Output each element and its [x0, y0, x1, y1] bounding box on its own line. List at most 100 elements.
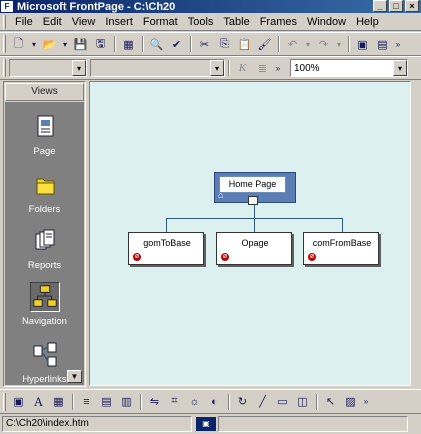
minimize-button[interactable]: _	[373, 0, 387, 12]
collapse-toggle[interactable]	[248, 196, 258, 205]
view-item-page[interactable]: Page	[5, 106, 84, 162]
navigation-pane[interactable]: Home Page ⌂ gomToBase ø Opage ø comFromB…	[89, 81, 411, 386]
zoom-combo[interactable]: 100% ▾	[290, 59, 408, 77]
pictures-toolbar: ▣ A ▦ ≡ ▤ ▥ ⇋ ⌗ ☼ ◐ ↻ ╱ ▭ ◫ ↖ ▨ »	[0, 389, 421, 414]
align-right-icon[interactable]: ▥	[117, 393, 136, 411]
views-bar: Views Page Folders Reports Navigation Hy…	[3, 81, 86, 387]
page-node[interactable]: gomToBase ø	[128, 232, 204, 265]
connector-line	[342, 218, 343, 232]
view-item-reports[interactable]: Reports	[5, 220, 84, 276]
hyperlinks-view-icon	[33, 342, 56, 367]
crop-icon[interactable]: ⌗	[165, 393, 184, 411]
menu-insert[interactable]: Insert	[100, 16, 138, 28]
copy-icon[interactable]: ⎘	[215, 35, 234, 53]
more-buttons-icon[interactable]: »	[361, 393, 371, 411]
font-combo[interactable]: ▾	[90, 59, 225, 77]
line-icon[interactable]: ╱	[253, 393, 272, 411]
view-item-label: Hyperlinks	[22, 374, 67, 385]
new-page-icon[interactable]: 🗋	[9, 35, 28, 53]
insert-component-icon[interactable]: ▣	[353, 35, 372, 53]
toolbar-grip[interactable]	[3, 59, 6, 77]
page-view-icon	[37, 115, 53, 137]
more-buttons-icon[interactable]: »	[393, 35, 403, 53]
save-icon[interactable]: 💾	[71, 35, 90, 53]
formatting-toolbar: ▾ ▾ K ≣ » 100% ▾	[0, 56, 421, 80]
menubar-grip[interactable]	[3, 14, 6, 29]
paste-icon[interactable]: 📋	[235, 35, 254, 53]
page-node[interactable]: Opage ø	[216, 232, 292, 265]
chevron-down-icon[interactable]: ▾	[393, 60, 407, 76]
undo-icon[interactable]: ↶	[283, 35, 302, 53]
home-page-node[interactable]: Home Page ⌂	[214, 172, 296, 205]
menu-file[interactable]: File	[10, 16, 38, 28]
toolbar-separator	[114, 36, 116, 52]
text-icon[interactable]: ▣	[9, 393, 28, 411]
title-bar: F Microsoft FrontPage - C:\Ch20 _ □ ×	[0, 0, 421, 13]
toolbar-grip[interactable]	[3, 392, 6, 411]
bevel-icon[interactable]: ◫	[293, 393, 312, 411]
menu-frames[interactable]: Frames	[255, 16, 302, 28]
open-dropdown-icon[interactable]: ▾	[60, 35, 70, 53]
select-icon[interactable]: ↖	[321, 393, 340, 411]
view-item-navigation[interactable]: Navigation	[5, 276, 84, 332]
redo-dropdown-icon[interactable]: ▾	[334, 35, 344, 53]
align-left-icon[interactable]: ≡	[77, 393, 96, 411]
views-scroll-down-button[interactable]: ▼	[67, 370, 82, 383]
menu-tools[interactable]: Tools	[183, 16, 219, 28]
menu-help[interactable]: Help	[351, 16, 384, 28]
toolbar-separator	[190, 36, 192, 52]
rectangle-icon[interactable]: ▭	[273, 393, 292, 411]
page-node[interactable]: comFromBase ø	[303, 232, 379, 265]
align-icon[interactable]: ≣	[253, 59, 272, 77]
views-list: Page Folders Reports Navigation Hyperlin…	[5, 102, 84, 385]
menu-edit[interactable]: Edit	[38, 16, 67, 28]
toolbar-separator	[348, 36, 350, 52]
spelling-icon[interactable]: ✔	[167, 35, 186, 53]
menu-table[interactable]: Table	[218, 16, 254, 28]
vertical-scrollbar[interactable]	[411, 81, 421, 386]
toolbar-grip[interactable]	[3, 35, 6, 53]
insert-picture-icon[interactable]: ▤	[373, 35, 392, 53]
open-icon[interactable]: 📂	[40, 35, 59, 53]
toolbar-separator	[142, 36, 144, 52]
cut-icon[interactable]: ✂	[195, 35, 214, 53]
view-item-folders[interactable]: Folders	[5, 164, 84, 220]
menu-window[interactable]: Window	[302, 16, 351, 28]
standard-toolbar: 🗋 ▾ 📂 ▾ 💾 🖫 ▦ 🔍 ✔ ✂ ⎘ 📋 🖌 ↶ ▾ ↷ ▾ ▣ ▤ »	[0, 32, 421, 56]
contrast-icon[interactable]: ◐	[205, 393, 224, 411]
reports-view-icon	[35, 229, 54, 250]
window-controls: _ □ ×	[373, 0, 419, 12]
chevron-down-icon[interactable]: ▾	[72, 60, 86, 76]
chevron-down-icon[interactable]: ▾	[210, 60, 224, 76]
image-icon[interactable]: ▦	[49, 393, 68, 411]
align-center-icon[interactable]: ▤	[97, 393, 116, 411]
flip-icon[interactable]: ⇋	[145, 393, 164, 411]
undo-dropdown-icon[interactable]: ▾	[303, 35, 313, 53]
view-item-label: Page	[33, 146, 56, 157]
print-preview-icon[interactable]: 🔍	[147, 35, 166, 53]
menu-format[interactable]: Format	[138, 16, 183, 28]
toolbar-separator	[316, 393, 318, 410]
view-item-label: Reports	[27, 260, 62, 271]
maximize-button[interactable]: □	[389, 0, 403, 12]
redo-icon[interactable]: ↷	[314, 35, 333, 53]
wordart-icon[interactable]: A	[29, 393, 48, 411]
status-indicator-icon: ▣	[196, 417, 216, 431]
connector-line	[254, 218, 255, 232]
more-buttons-icon[interactable]: »	[273, 59, 283, 77]
view-item-label: Folders	[28, 204, 61, 215]
rotate-icon[interactable]: ↻	[233, 393, 252, 411]
format-painter-icon[interactable]: 🖌	[255, 35, 274, 53]
italic-icon[interactable]: K	[233, 59, 252, 77]
error-icon: ø	[221, 253, 229, 261]
hotspot-icon[interactable]: ▨	[341, 393, 360, 411]
frontpage-app-icon[interactable]: F	[1, 1, 13, 12]
close-button[interactable]: ×	[405, 0, 419, 12]
style-combo[interactable]: ▾	[9, 59, 87, 77]
brightness-icon[interactable]: ☼	[185, 393, 204, 411]
menu-view[interactable]: View	[67, 16, 101, 28]
folder-list-icon[interactable]: ▦	[119, 35, 138, 53]
new-dropdown-icon[interactable]: ▾	[29, 35, 39, 53]
page-node-label: gomToBase	[143, 238, 191, 248]
publish-icon[interactable]: 🖫	[91, 35, 110, 53]
